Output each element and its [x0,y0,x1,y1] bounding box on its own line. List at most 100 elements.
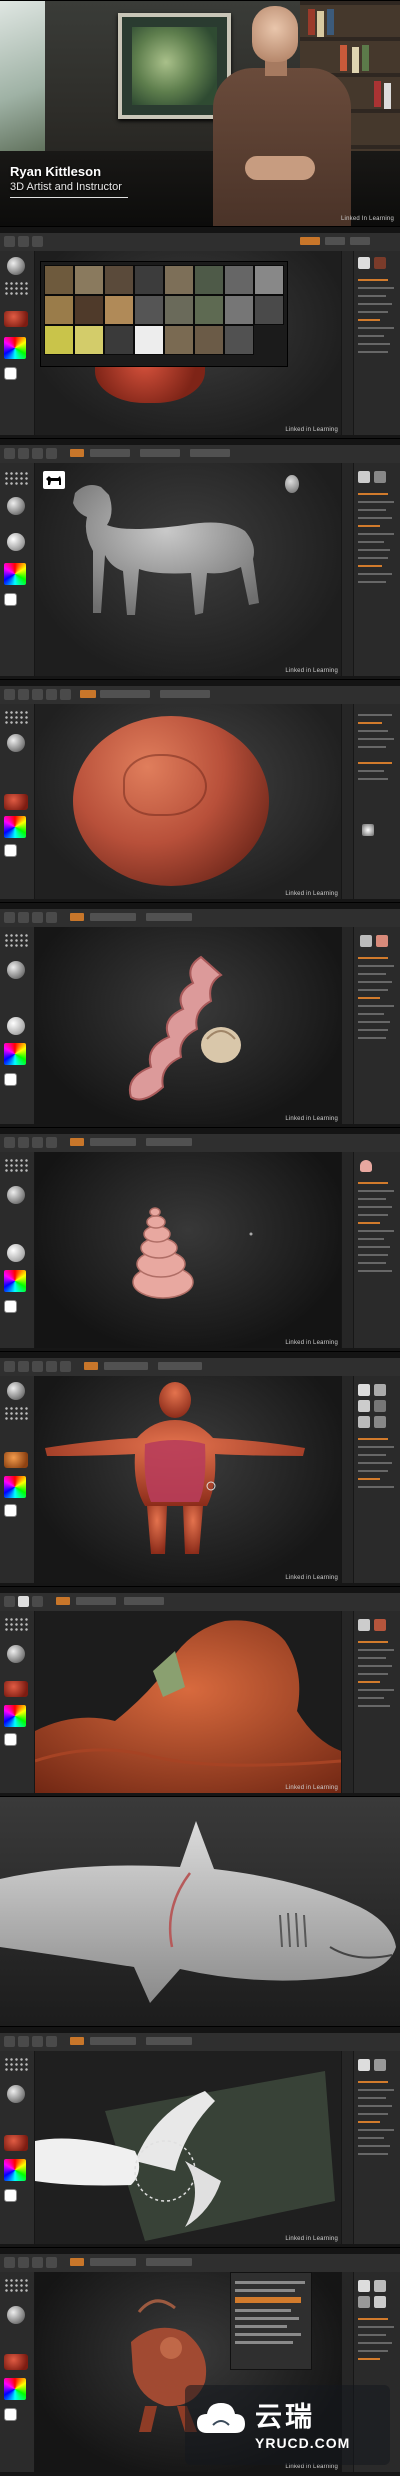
instructor-figure [205,6,365,226]
terrain-sculpt[interactable] [35,1611,341,1793]
main-color-swatch[interactable] [4,2189,17,2202]
spiral-horn-sculpt[interactable] [35,927,341,1124]
right-tray[interactable] [341,704,400,903]
left-shelf[interactable] [0,927,35,1128]
stroke-icon[interactable] [4,1406,28,1422]
canvas-viewport[interactable] [35,704,341,899]
color-picker-icon[interactable] [4,1043,26,1065]
main-color-swatch[interactable] [4,1504,17,1517]
top-toolbar[interactable] [0,445,400,464]
top-toolbar[interactable] [0,1358,400,1377]
material-icon[interactable] [7,1017,25,1035]
canvas-viewport[interactable] [35,1152,341,1348]
dog-thumbnail-icon [43,471,65,489]
stroke-icon[interactable] [4,471,28,487]
main-color-swatch[interactable] [4,1733,17,1746]
canvas-viewport[interactable] [35,927,341,1124]
top-toolbar[interactable] [0,233,400,252]
material-icon[interactable] [4,311,28,327]
brand-logo: Linked in Learning [285,1340,338,1346]
material-icon[interactable] [4,2354,28,2370]
material-icon[interactable] [7,533,25,551]
stroke-icon[interactable] [4,2057,28,2073]
brush-icon[interactable] [7,1645,25,1663]
stroke-icon[interactable] [4,281,28,297]
color-picker-icon[interactable] [4,2378,26,2400]
left-shelf[interactable] [0,1376,35,1587]
brush-icon[interactable] [7,1382,25,1400]
top-toolbar[interactable] [0,686,400,705]
canvas-viewport[interactable] [35,2051,341,2244]
left-shelf[interactable] [0,2051,35,2248]
brush-icon[interactable] [7,2085,25,2103]
color-picker-icon[interactable] [4,337,26,359]
instructor-role: 3D Artist and Instructor [10,181,128,198]
navigation-head-icon[interactable] [285,475,299,493]
shark-fin-sculpt[interactable] [35,2051,341,2244]
brand-logo: Linked in Learning [285,1785,338,1791]
color-picker-icon[interactable] [4,1270,26,1292]
material-icon[interactable] [4,1681,28,1697]
stroke-icon[interactable] [4,1617,28,1633]
left-shelf[interactable] [0,2272,35,2476]
main-color-swatch[interactable] [4,2408,17,2421]
left-shelf[interactable] [0,1152,35,1352]
instructor-video: Ryan Kittleson 3D Artist and Instructor … [0,0,400,226]
watermark-url: YRUCD.COM [255,2435,351,2451]
left-shelf[interactable] [0,251,35,439]
top-toolbar[interactable] [0,2254,400,2273]
material-icon[interactable] [4,794,28,810]
right-tray[interactable] [341,1152,400,1352]
top-toolbar[interactable] [0,2033,400,2052]
main-color-swatch[interactable] [4,844,17,857]
right-tray[interactable] [341,927,400,1128]
right-tray[interactable] [341,1376,400,1587]
texture-picker-popup[interactable] [40,261,288,367]
color-picker-icon[interactable] [4,1476,26,1498]
shell-sculpt[interactable] [35,1152,341,1348]
brush-icon[interactable] [7,257,25,275]
right-tray[interactable] [341,1611,400,1797]
brand-logo: Linked in Learning [285,1116,338,1122]
character-sculpt[interactable] [35,1376,341,1583]
canvas-viewport[interactable] [35,463,341,676]
stroke-icon[interactable] [4,1158,28,1174]
zbrush-screen-character: Linked in Learning [0,1351,400,1587]
main-color-swatch[interactable] [4,1073,17,1086]
brush-icon[interactable] [7,734,25,752]
dog-sculpt[interactable] [35,463,341,676]
zbrush-screen-spiral: Linked in Learning [0,902,400,1128]
zbrush-screen-shark-fin: Linked in Learning [0,2026,400,2248]
brand-logo: Linked in Learning [285,668,338,674]
color-picker-icon[interactable] [4,1705,26,1727]
left-shelf[interactable] [0,1611,35,1797]
color-picker-icon[interactable] [4,816,26,838]
brush-icon[interactable] [7,961,25,979]
color-picker-icon[interactable] [4,2159,26,2181]
material-icon[interactable] [7,1244,25,1262]
left-shelf[interactable] [0,463,35,680]
main-color-swatch[interactable] [4,367,17,380]
top-toolbar[interactable] [0,1593,400,1612]
stroke-icon[interactable] [4,2278,28,2294]
right-tray[interactable] [341,2051,400,2248]
brush-icon[interactable] [7,497,25,515]
right-tray[interactable] [341,463,400,680]
left-shelf[interactable] [0,704,35,903]
brush-icon[interactable] [7,2306,25,2324]
brush-icon[interactable] [7,1186,25,1204]
stroke-icon[interactable] [4,933,28,949]
top-toolbar[interactable] [0,909,400,928]
canvas-viewport[interactable] [35,1376,341,1583]
stroke-icon[interactable] [4,710,28,726]
main-color-swatch[interactable] [4,593,17,606]
top-toolbar[interactable] [0,1134,400,1153]
material-icon[interactable] [4,1452,28,1468]
canvas-viewport[interactable] [35,1611,341,1793]
material-icon[interactable] [4,2135,28,2151]
right-tray[interactable] [341,251,400,439]
main-color-swatch[interactable] [4,1300,17,1313]
zbrush-screen-sphere: Linked in Learning [0,679,400,903]
cloud-logo-icon [197,2403,245,2433]
color-picker-icon[interactable] [4,563,26,585]
